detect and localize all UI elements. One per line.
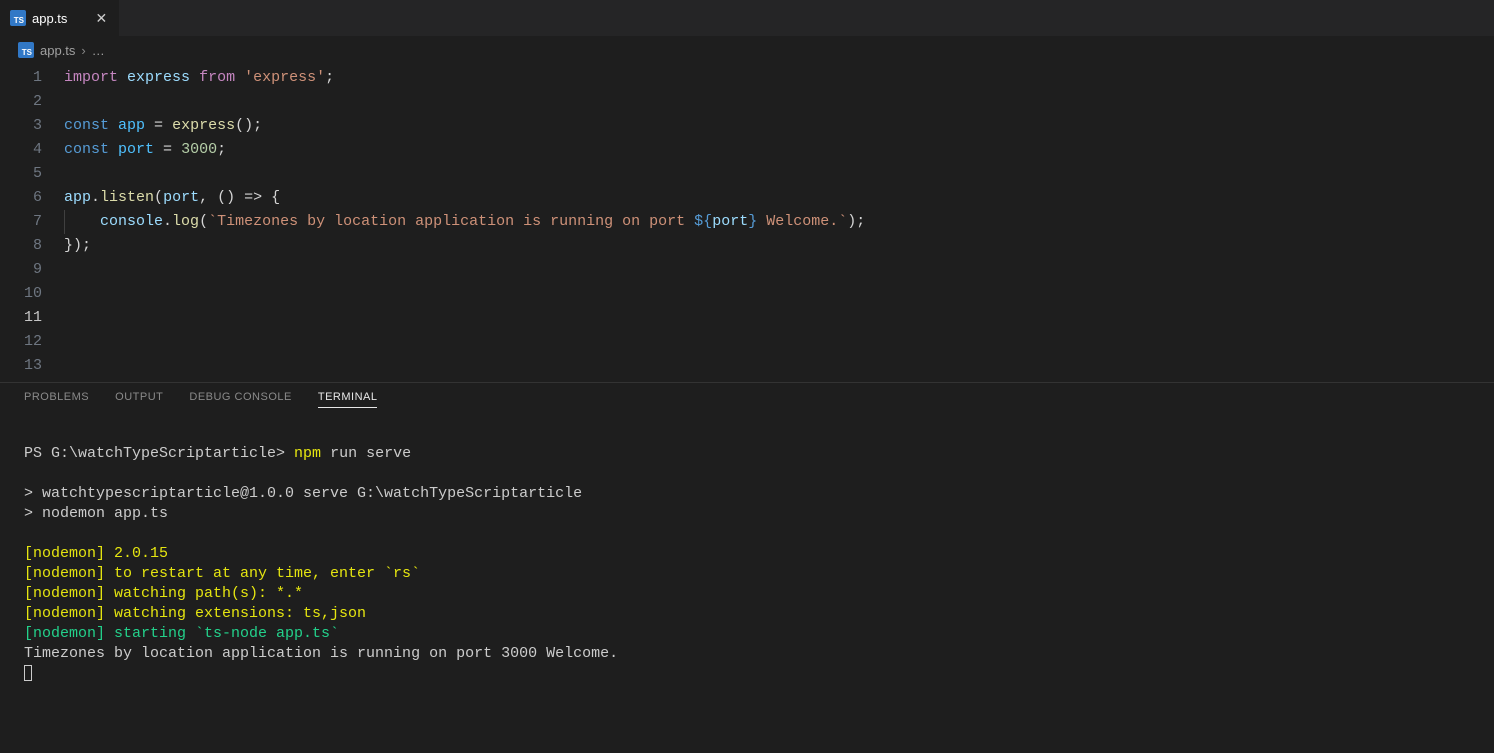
function-call: express [172,117,235,134]
identifier: port [712,213,748,230]
close-tab-button[interactable]: ✕ [93,10,109,26]
punct: ( [154,189,163,206]
line-number: 9 [0,258,64,282]
terminal-line: PS G:\watchTypeScriptarticle> npm run se… [24,445,411,462]
terminal-line: Timezones by location application is run… [24,645,618,662]
variable: app [118,117,145,134]
terminal-cursor [24,665,32,681]
terminal-line: > nodemon app.ts [24,505,168,522]
line-number: 7 [0,210,64,234]
op: = [154,141,181,158]
interp: } [748,213,757,230]
terminal[interactable]: PS G:\watchTypeScriptarticle> npm run se… [0,414,1494,714]
interp: ${ [694,213,712,230]
panel-tab-debug-console[interactable]: DEBUG CONSOLE [189,391,291,408]
function-call: log [172,213,199,230]
string: ` [208,213,217,230]
keyword: const [64,117,109,134]
number: 3000 [181,141,217,158]
terminal-line: [nodemon] starting `ts-node app.ts` [24,625,339,642]
code-line[interactable]: 11 [0,306,1494,330]
tab-bar: TS app.ts ✕ [0,0,1494,36]
line-number: 4 [0,138,64,162]
identifier: port [163,189,199,206]
punct: }); [64,237,91,254]
line-number: 13 [0,354,64,378]
code-line[interactable]: 13 [0,354,1494,378]
typescript-file-icon: TS [18,42,34,58]
code-line[interactable]: 9 [0,258,1494,282]
line-number: 2 [0,90,64,114]
keyword: import [64,69,118,86]
identifier: express [127,69,190,86]
code-line[interactable]: 10 [0,282,1494,306]
terminal-line: [nodemon] 2.0.15 [24,545,168,562]
keyword: from [199,69,235,86]
terminal-line: > watchtypescriptarticle@1.0.0 serve G:\… [24,485,582,502]
line-number: 10 [0,282,64,306]
breadcrumb-filename: app.ts [40,43,75,58]
punct: , () => { [199,189,280,206]
tab-filename: app.ts [32,11,67,26]
string: Timezones by location application is run… [217,213,694,230]
keyword: const [64,141,109,158]
string: Welcome. [757,213,838,230]
line-number: 5 [0,162,64,186]
terminal-line: [nodemon] to restart at any time, enter … [24,565,420,582]
code-line[interactable]: 12 [0,330,1494,354]
indent [64,213,100,230]
code-line[interactable]: 7 console.log(`Timezones by location app… [0,210,1494,234]
punct: (); [235,117,262,134]
code-line[interactable]: 2 [0,90,1494,114]
op: = [145,117,172,134]
code-line[interactable]: 5 [0,162,1494,186]
function-call: listen [100,189,154,206]
punct: ; [217,141,226,158]
code-line[interactable]: 1 import express from 'express'; [0,66,1494,90]
terminal-line: [nodemon] watching path(s): *.* [24,585,303,602]
line-number: 8 [0,234,64,258]
code-editor[interactable]: 1 import express from 'express'; 2 3 con… [0,64,1494,382]
line-number: 3 [0,114,64,138]
panel-tab-output[interactable]: OUTPUT [115,391,163,408]
panel-tab-bar: PROBLEMS OUTPUT DEBUG CONSOLE TERMINAL [0,383,1494,414]
punct: ( [199,213,208,230]
panel-tab-problems[interactable]: PROBLEMS [24,391,89,408]
punct: ); [847,213,865,230]
chevron-right-icon: › [81,43,85,58]
code-line[interactable]: 4 const port = 3000; [0,138,1494,162]
line-number: 1 [0,66,64,90]
bottom-panel: PROBLEMS OUTPUT DEBUG CONSOLE TERMINAL P… [0,382,1494,753]
code-line[interactable]: 3 const app = express(); [0,114,1494,138]
line-number: 6 [0,186,64,210]
punct: ; [325,69,334,86]
identifier: console [100,213,163,230]
code-line[interactable]: 8 }); [0,234,1494,258]
terminal-line: [nodemon] watching extensions: ts,json [24,605,366,622]
punct: . [91,189,100,206]
line-number: 12 [0,330,64,354]
breadcrumb[interactable]: TS app.ts › … [0,36,1494,64]
string: 'express' [244,69,325,86]
breadcrumb-ellipsis: … [92,43,105,58]
identifier: app [64,189,91,206]
punct: . [163,213,172,230]
string: ` [838,213,847,230]
typescript-file-icon: TS [10,10,26,26]
panel-tab-terminal[interactable]: TERMINAL [318,391,378,408]
editor-tab[interactable]: TS app.ts ✕ [0,0,120,36]
line-number: 11 [0,306,64,330]
variable: port [118,141,154,158]
code-line[interactable]: 6 app.listen(port, () => { [0,186,1494,210]
